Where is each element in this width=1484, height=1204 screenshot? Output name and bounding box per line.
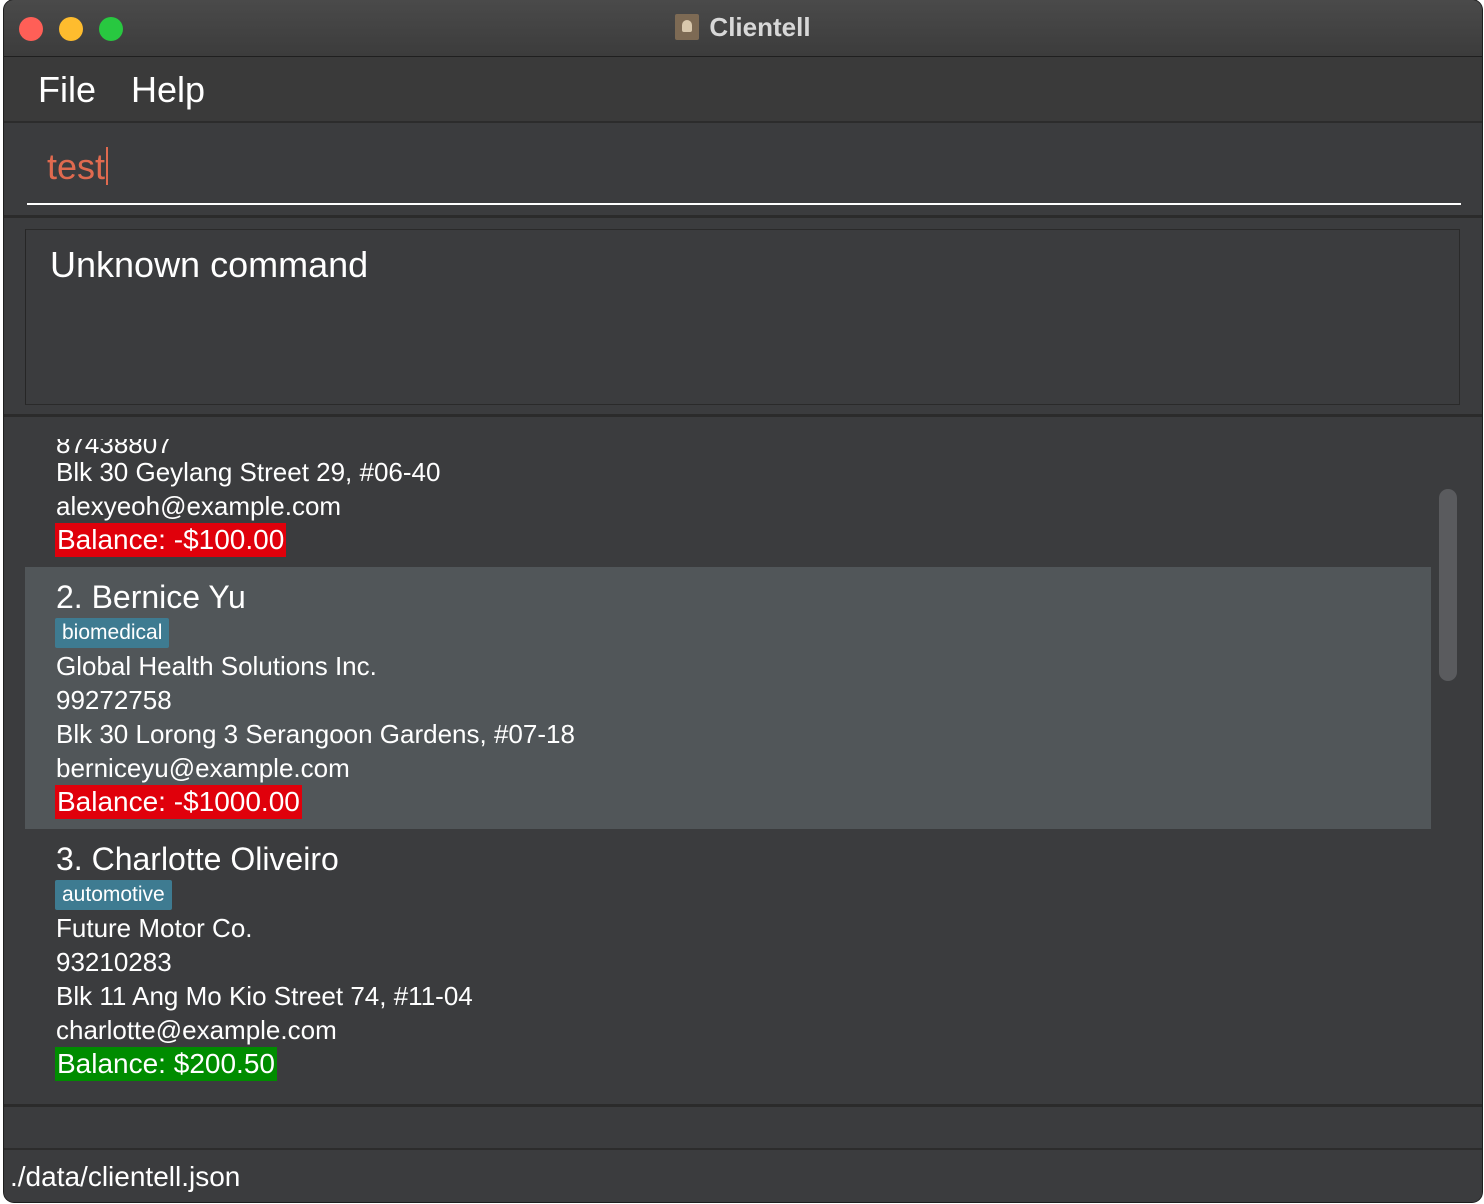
command-input-text: test [47, 146, 109, 188]
client-email: alexyeoh@example.com [56, 491, 342, 521]
divider [4, 1104, 1482, 1107]
command-value: test [47, 146, 106, 187]
client-tag: automotive [55, 880, 172, 910]
client-company: Future Motor Co. [56, 913, 253, 943]
result-message: Unknown command [50, 244, 369, 285]
divider [4, 414, 1482, 417]
app-window: Clientell File Help test Unknown command… [4, 0, 1482, 1202]
client-card[interactable]: 87438807 Blk 30 Geylang Street 29, #06-4… [25, 439, 1431, 567]
client-list[interactable]: 87438807 Blk 30 Geylang Street 29, #06-4… [25, 439, 1431, 1084]
client-address: Blk 30 Lorong 3 Serangoon Gardens, #07-1… [56, 719, 575, 749]
client-card[interactable]: 3. Charlotte Oliveiro automotive Future … [25, 829, 1431, 1084]
menu-bar: File Help [4, 57, 1482, 123]
client-email: berniceyu@example.com [56, 753, 350, 783]
app-icon [675, 14, 700, 40]
menu-file[interactable]: File [38, 69, 96, 111]
client-address: Blk 30 Geylang Street 29, #06-40 [56, 457, 441, 487]
status-bar: ./data/clientell.json [4, 1148, 1482, 1202]
client-phone: 99272758 [56, 685, 172, 715]
client-balance: Balance: $200.50 [55, 1047, 277, 1081]
client-balance: Balance: -$100.00 [55, 523, 287, 557]
window-title: Clientell [4, 12, 1482, 43]
save-file-path: ./data/clientell.json [10, 1161, 241, 1192]
command-box: test [4, 123, 1482, 218]
client-address: Blk 11 Ang Mo Kio Street 74, #11-04 [56, 981, 473, 1011]
client-email: charlotte@example.com [56, 1015, 337, 1045]
command-input[interactable]: test [27, 141, 1461, 205]
scrollbar-thumb[interactable] [1439, 489, 1457, 681]
menu-help[interactable]: Help [131, 69, 205, 111]
client-card[interactable]: 2. Bernice Yu biomedical Global Health S… [25, 567, 1431, 829]
client-balance: Balance: -$1000.00 [55, 785, 302, 819]
text-caret [106, 147, 109, 185]
client-phone: 93210283 [56, 947, 172, 977]
client-tag: biomedical [55, 618, 170, 648]
title-bar: Clientell [4, 0, 1482, 57]
list-scrollbar[interactable] [1435, 439, 1459, 1084]
client-name: 2. Bernice Yu [56, 579, 246, 615]
client-name: 3. Charlotte Oliveiro [56, 841, 339, 877]
result-display: Unknown command [25, 229, 1460, 405]
client-company: Global Health Solutions Inc. [56, 651, 377, 681]
window-title-text: Clientell [709, 12, 811, 42]
